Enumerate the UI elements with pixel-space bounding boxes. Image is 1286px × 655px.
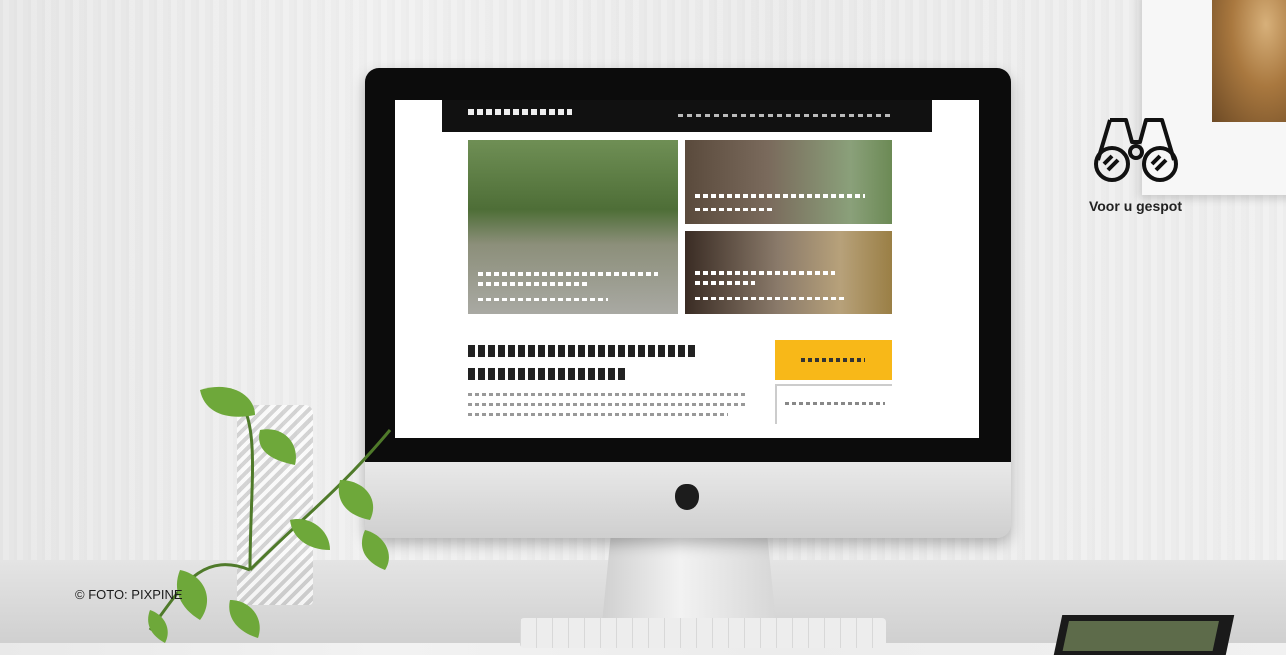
- article-tile: [685, 140, 892, 224]
- plant-leaves: [148, 386, 392, 643]
- smartphone: [1053, 615, 1235, 655]
- sidebar-box: [775, 384, 892, 424]
- framed-painting: [1212, 0, 1286, 122]
- tile-headline: [478, 282, 588, 286]
- tile-meta: [695, 297, 845, 300]
- site-nav-links: [678, 114, 894, 117]
- tile-headline: [478, 272, 658, 276]
- website-screenshot: [395, 100, 979, 438]
- imac-monitor: [365, 68, 1011, 538]
- tile-headline: [695, 281, 755, 285]
- cta-button: [775, 340, 892, 380]
- article-tile: [685, 231, 892, 314]
- article-text: [468, 403, 748, 406]
- keyboard: [520, 618, 886, 648]
- photo-credit: © FOTO: PIXPINE: [75, 587, 183, 602]
- site-nav-bar: [442, 100, 932, 132]
- tile-headline: [695, 271, 835, 275]
- apple-logo-icon: [675, 484, 699, 510]
- article-heading: [468, 345, 698, 357]
- featured-article-tile: [468, 140, 678, 314]
- cta-text: [801, 358, 865, 362]
- article-text: [468, 413, 728, 416]
- phone-screen: [1062, 621, 1219, 651]
- tile-meta: [695, 208, 775, 211]
- spot-label: Voor u gespot: [1088, 198, 1183, 214]
- tile-headline: [695, 194, 865, 198]
- article-heading: [468, 368, 628, 380]
- tile-meta: [478, 298, 608, 301]
- sidebar-text: [785, 402, 885, 405]
- article-text: [468, 393, 748, 396]
- site-logo: [468, 109, 572, 115]
- binoculars-icon: [1093, 118, 1178, 182]
- voor-u-gespot-badge[interactable]: Voor u gespot: [1078, 112, 1193, 214]
